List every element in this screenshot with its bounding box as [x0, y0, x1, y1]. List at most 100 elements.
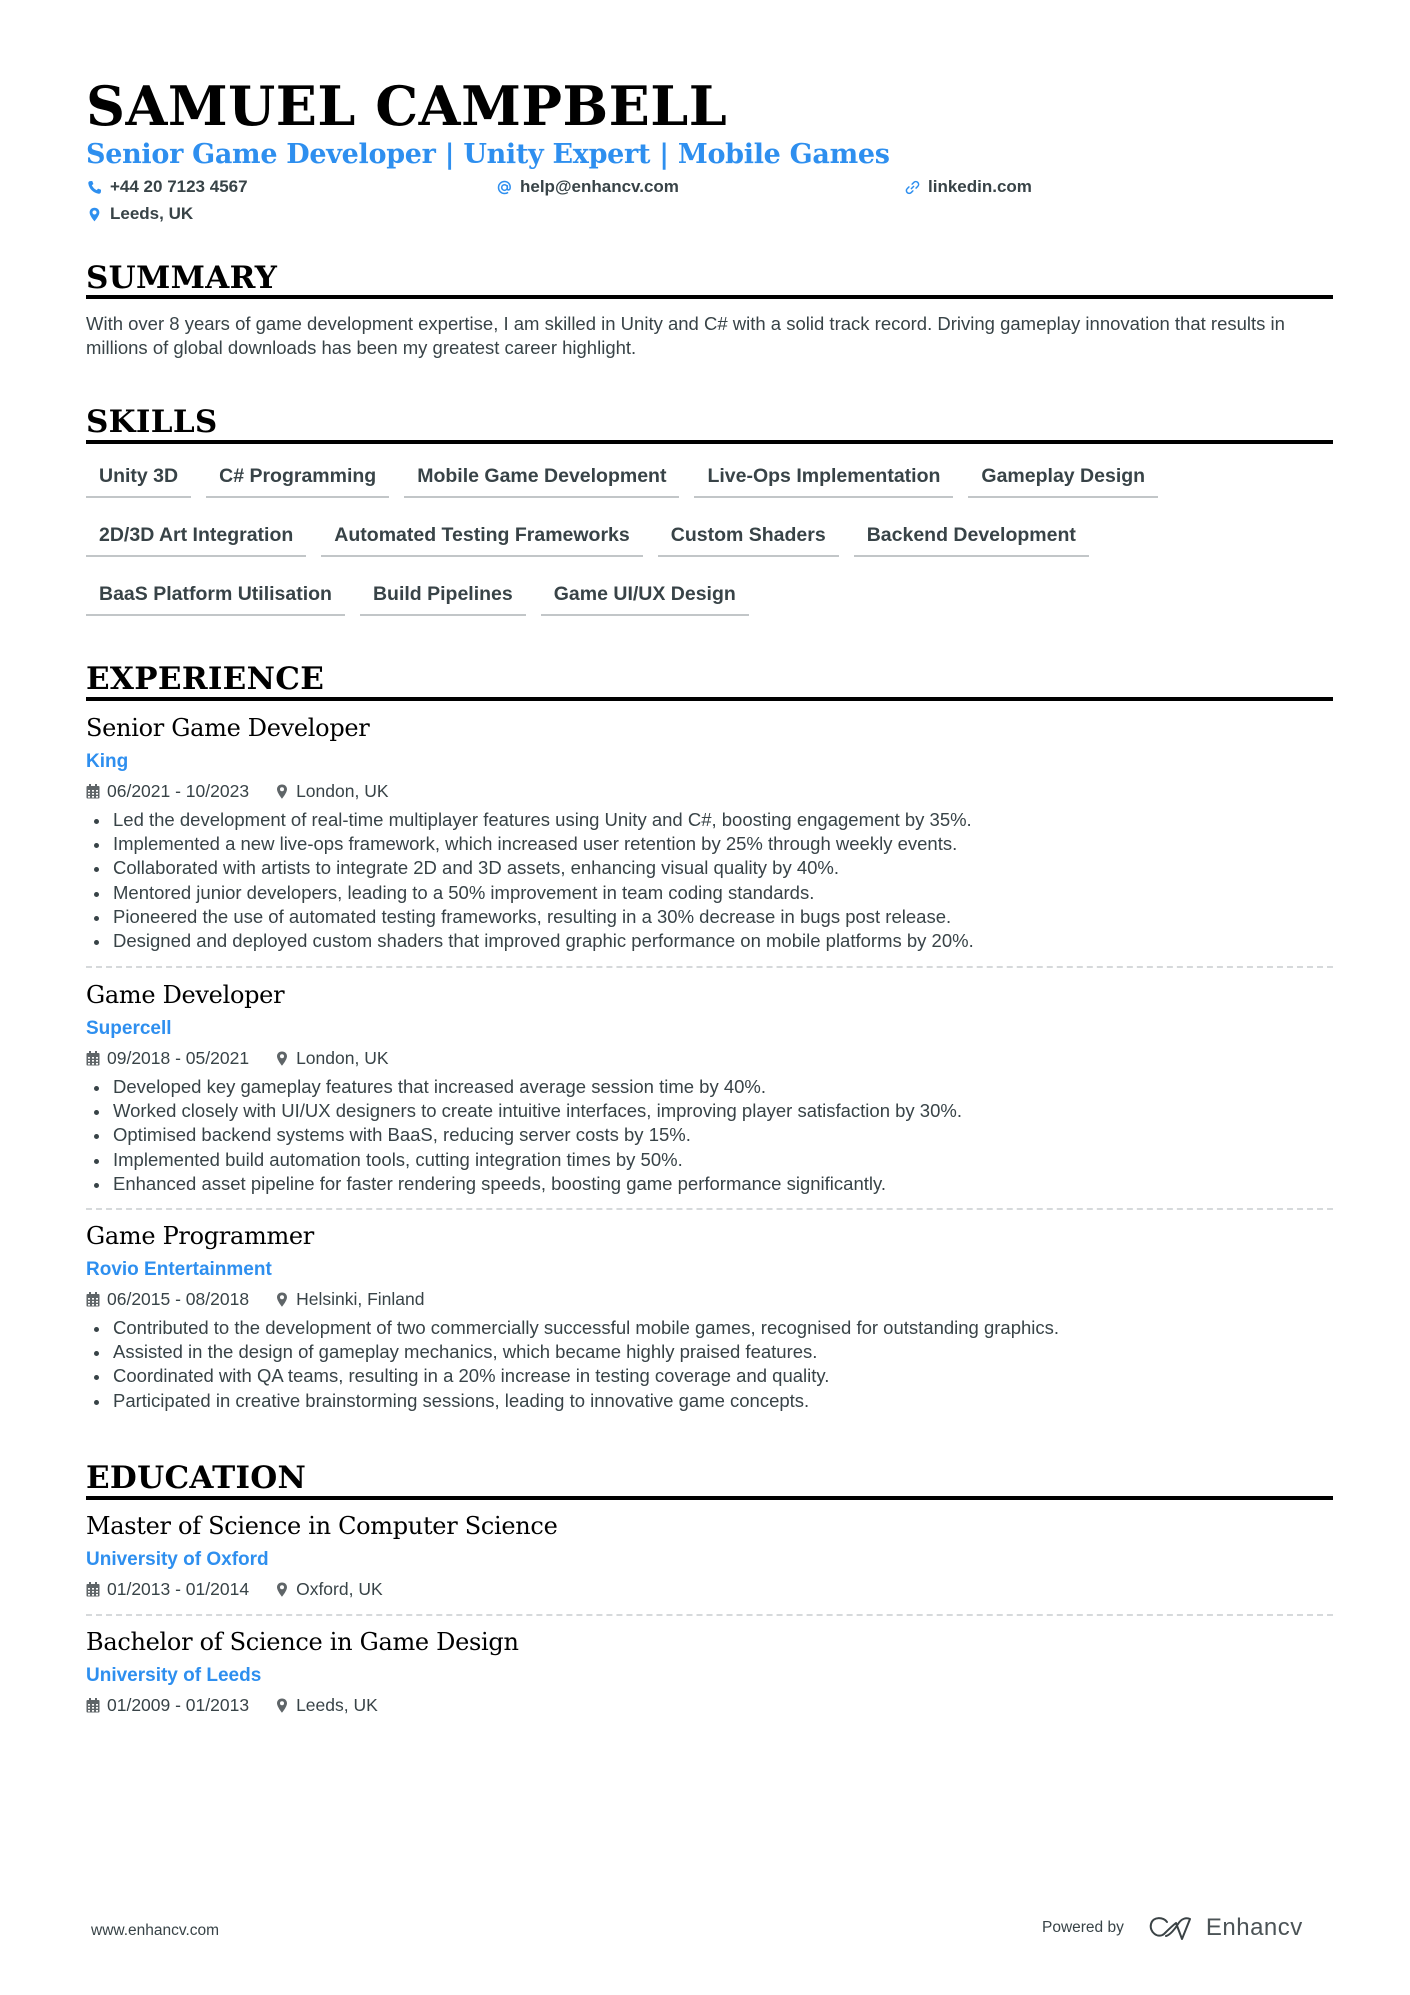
degree-title: Bachelor of Science in Game Design: [86, 1628, 519, 1656]
skill-tag: C# Programming: [206, 460, 390, 498]
experience-heading: EXPERIENCE: [86, 661, 325, 697]
brand-wordmark: Enhancv: [1205, 1914, 1303, 1941]
location-pin-icon: [277, 1582, 288, 1597]
contact-link[interactable]: linkedin.com: [904, 176, 1032, 198]
footer-powered-by: Powered by Enhancv: [1042, 1914, 1303, 1942]
bullet-item: Mentored junior developers, leading to a…: [86, 881, 1333, 905]
summary-heading: SUMMARY: [86, 260, 278, 296]
skill-tag: BaaS Platform Utilisation: [86, 578, 345, 616]
section-rule: [86, 295, 1333, 299]
contact-email[interactable]: help@enhancv.com: [496, 176, 679, 198]
candidate-name: SAMUEL CAMPBELL: [86, 74, 728, 138]
skill-tag: 2D/3D Art Integration: [86, 519, 307, 557]
calendar-icon: [86, 783, 100, 798]
contact-phone: +44 20 7123 4567: [86, 176, 248, 198]
education-entry: Master of Science in Computer Science Un…: [86, 1511, 1333, 1600]
section-rule: [86, 697, 1333, 701]
contact-link-text[interactable]: linkedin.com: [928, 176, 1032, 198]
bullet-list: Developed key gameplay features that inc…: [86, 1075, 1333, 1196]
bullet-list: Contributed to the development of two co…: [86, 1316, 1333, 1413]
location-pin-icon: [277, 1698, 288, 1713]
experience-entry: Game Programmer Rovio Entertainment 06/2…: [86, 1221, 1333, 1413]
skill-tag: Game UI/UX Design: [540, 578, 749, 616]
bullet-item: Assisted in the design of gameplay mecha…: [86, 1340, 1333, 1364]
at-icon: [496, 179, 512, 195]
bullet-item: Enhanced asset pipeline for faster rende…: [86, 1172, 1333, 1196]
bullet-list: Led the development of real-time multipl…: [86, 808, 1333, 953]
location-pin-icon: [277, 1051, 288, 1066]
entry-dates: 01/2013 - 01/2014: [107, 1579, 250, 1599]
summary-section-header: SUMMARY: [86, 259, 1333, 299]
contact-phone-text: +44 20 7123 4567: [110, 177, 248, 196]
entry-location: Leeds, UK: [296, 1695, 378, 1715]
contact-email-text[interactable]: help@enhancv.com: [520, 176, 679, 198]
bullet-item: Implemented a new live-ops framework, wh…: [86, 832, 1333, 856]
contact-location-text: Leeds, UK: [110, 204, 194, 223]
entry-divider: [86, 1614, 1333, 1616]
skill-tag: Automated Testing Frameworks: [321, 519, 643, 557]
company-name: King: [86, 751, 129, 772]
bullet-item: Optimised backend systems with BaaS, red…: [86, 1123, 1333, 1147]
company-name: Rovio Entertainment: [86, 1259, 272, 1280]
location-pin-icon: [277, 1292, 288, 1307]
summary-text: With over 8 years of game development ex…: [86, 313, 1285, 358]
entry-dates: 01/2009 - 01/2013: [107, 1695, 250, 1715]
company-name: Supercell: [86, 1018, 172, 1039]
job-title: Game Developer: [86, 981, 285, 1009]
calendar-icon: [86, 1697, 100, 1712]
experience-entry: Game Developer Supercell 09/2018 - 05/20…: [86, 980, 1333, 1196]
entry-location: London, UK: [296, 781, 389, 801]
skills-list: Unity 3D C# Programming Mobile Game Deve…: [86, 460, 1346, 616]
footer-website[interactable]: www.enhancv.com: [91, 1922, 219, 1940]
education-section-header: EDUCATION: [86, 1459, 1333, 1500]
entry-divider: [86, 966, 1333, 968]
degree-title: Master of Science in Computer Science: [86, 1512, 558, 1540]
experience-entry: Senior Game Developer King 06/2021 - 10/…: [86, 713, 1333, 953]
contact-location: Leeds, UK: [86, 203, 193, 225]
bullet-item: Led the development of real-time multipl…: [86, 808, 1333, 832]
experience-section-header: EXPERIENCE: [86, 660, 1333, 701]
bullet-item: Contributed to the development of two co…: [86, 1316, 1333, 1340]
calendar-icon: [86, 1581, 100, 1596]
brand-logo[interactable]: Enhancv: [1148, 1914, 1303, 1942]
entry-location: Oxford, UK: [296, 1579, 383, 1599]
location-pin-icon: [277, 784, 288, 799]
enhancv-logo-icon: [1149, 1917, 1191, 1940]
bullet-item: Implemented build automation tools, cutt…: [86, 1148, 1333, 1172]
skill-tag: Backend Development: [853, 519, 1089, 557]
skill-tag: Build Pipelines: [359, 578, 526, 616]
bullet-item: Coordinated with QA teams, resulting in …: [86, 1364, 1333, 1388]
entry-dates: 09/2018 - 05/2021: [107, 1048, 250, 1068]
skill-tag: Gameplay Design: [968, 460, 1159, 498]
job-title: Senior Game Developer: [86, 714, 370, 742]
bullet-item: Developed key gameplay features that inc…: [86, 1075, 1333, 1099]
calendar-icon: [86, 1291, 100, 1306]
entry-meta: 06/2015 - 08/2018 Helsinki, Finland: [86, 1288, 1333, 1310]
calendar-icon: [86, 1050, 100, 1065]
bullet-item: Designed and deployed custom shaders tha…: [86, 929, 1333, 953]
candidate-headline: Senior Game Developer | Unity Expert | M…: [86, 139, 890, 170]
phone-icon: [86, 179, 102, 195]
entry-meta: 01/2013 - 01/2014 Oxford, UK: [86, 1578, 1333, 1600]
section-rule: [86, 1496, 1333, 1500]
entry-dates: 06/2021 - 10/2023: [107, 781, 250, 801]
entry-location: London, UK: [296, 1048, 389, 1068]
skills-section-header: SKILLS: [86, 403, 1333, 444]
bullet-item: Worked closely with UI/UX designers to c…: [86, 1099, 1333, 1123]
entry-meta: 06/2021 - 10/2023 London, UK: [86, 780, 1333, 802]
entry-meta: 01/2009 - 01/2013 Leeds, UK: [86, 1694, 1333, 1716]
skill-tag: Unity 3D: [86, 460, 192, 498]
entry-divider: [86, 1208, 1333, 1210]
job-title: Game Programmer: [86, 1222, 314, 1250]
skills-heading: SKILLS: [86, 404, 218, 440]
skill-tag: Live-Ops Implementation: [694, 460, 954, 498]
bullet-item: Collaborated with artists to integrate 2…: [86, 856, 1333, 880]
section-rule: [86, 440, 1333, 444]
bullet-item: Participated in creative brainstorming s…: [86, 1389, 1333, 1413]
skill-tag: Custom Shaders: [657, 519, 839, 557]
entry-meta: 09/2018 - 05/2021 London, UK: [86, 1047, 1333, 1069]
entry-dates: 06/2015 - 08/2018: [107, 1289, 250, 1309]
school-name: University of Leeds: [86, 1665, 262, 1686]
entry-location: Helsinki, Finland: [296, 1289, 425, 1309]
bullet-item: Pioneered the use of automated testing f…: [86, 905, 1333, 929]
